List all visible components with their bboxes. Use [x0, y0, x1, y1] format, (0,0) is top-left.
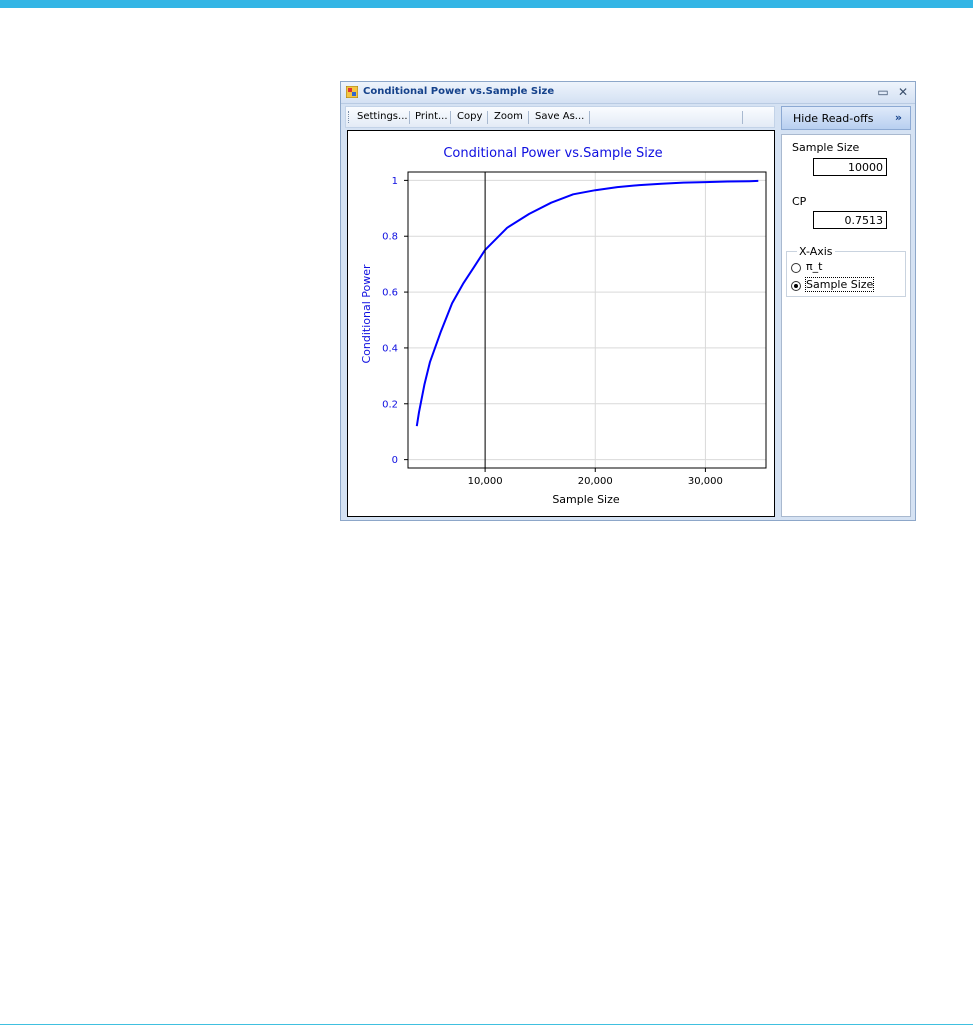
series-line: [415, 179, 759, 427]
toolbar-separator: [450, 111, 451, 124]
hide-readoffs-label: Hide Read-offs: [793, 112, 874, 125]
x-axis-label: Sample Size: [552, 493, 620, 506]
radio-pi-t[interactable]: [791, 263, 801, 273]
cp-field[interactable]: [813, 211, 887, 229]
app-icon: [346, 86, 358, 98]
toolbar-separator: [409, 111, 410, 124]
x-tick-label: 30,000: [688, 476, 723, 487]
chart-window: Conditional Power vs.Sample Size ▭ ✕ Set…: [340, 81, 916, 521]
window-titlebar[interactable]: Conditional Power vs.Sample Size ▭ ✕: [341, 82, 915, 104]
y-tick-label: 0.4: [382, 343, 398, 354]
radio-sample-size[interactable]: [791, 281, 801, 291]
y-tick-label: 0.8: [382, 232, 398, 243]
chart: Conditional Power vs.Sample Size Conditi…: [360, 146, 767, 506]
chart-toolbar: Settings... Print... Copy Zoom Save As..…: [345, 106, 775, 128]
x-tick-label: 10,000: [468, 476, 503, 487]
y-tick-label: 0.6: [382, 288, 398, 299]
cp-label: CP: [792, 195, 807, 208]
chart-title: Conditional Power vs.Sample Size: [443, 146, 662, 161]
zoom-button[interactable]: Zoom: [494, 111, 523, 122]
y-axis-label: Conditional Power: [360, 264, 373, 364]
save-as-button[interactable]: Save As...: [535, 111, 584, 122]
chart-panel[interactable]: Conditional Power vs.Sample Size Conditi…: [347, 130, 775, 517]
toolbar-separator: [742, 111, 743, 124]
hide-readoffs-button[interactable]: Hide Read-offs »: [781, 106, 911, 130]
readoff-panel: Sample Size CP X-Axis π_t Sample Size: [781, 134, 911, 517]
y-tick-label: 1: [392, 176, 398, 187]
y-tick-label: 0: [392, 455, 398, 466]
sample-size-field[interactable]: [813, 158, 887, 176]
copy-button[interactable]: Copy: [457, 111, 482, 122]
toolbar-separator: [589, 111, 590, 124]
toolbar-separator: [487, 111, 488, 124]
x-tick-label: 20,000: [578, 476, 613, 487]
x-axis-group: X-Axis π_t Sample Size: [786, 245, 906, 297]
close-icon[interactable]: ✕: [895, 84, 911, 100]
toolbar-grip[interactable]: [348, 111, 351, 123]
print-button[interactable]: Print...: [415, 111, 448, 122]
toolbar-separator: [528, 111, 529, 124]
sample-size-label: Sample Size: [792, 141, 860, 154]
y-tick-label: 0.2: [382, 399, 398, 410]
radio-sample-size-label[interactable]: Sample Size: [804, 277, 875, 292]
bottom-rule: [0, 1024, 973, 1025]
double-chevron-right-icon: »: [894, 111, 902, 124]
radio-pi-t-label[interactable]: π_t: [806, 260, 822, 273]
top-accent-bar: [0, 0, 973, 8]
plot-area-frame: [407, 171, 767, 469]
settings-button[interactable]: Settings...: [357, 111, 408, 122]
window-title: Conditional Power vs.Sample Size: [363, 86, 555, 97]
restore-icon[interactable]: ▭: [875, 84, 891, 100]
x-axis-group-label: X-Axis: [797, 245, 835, 258]
